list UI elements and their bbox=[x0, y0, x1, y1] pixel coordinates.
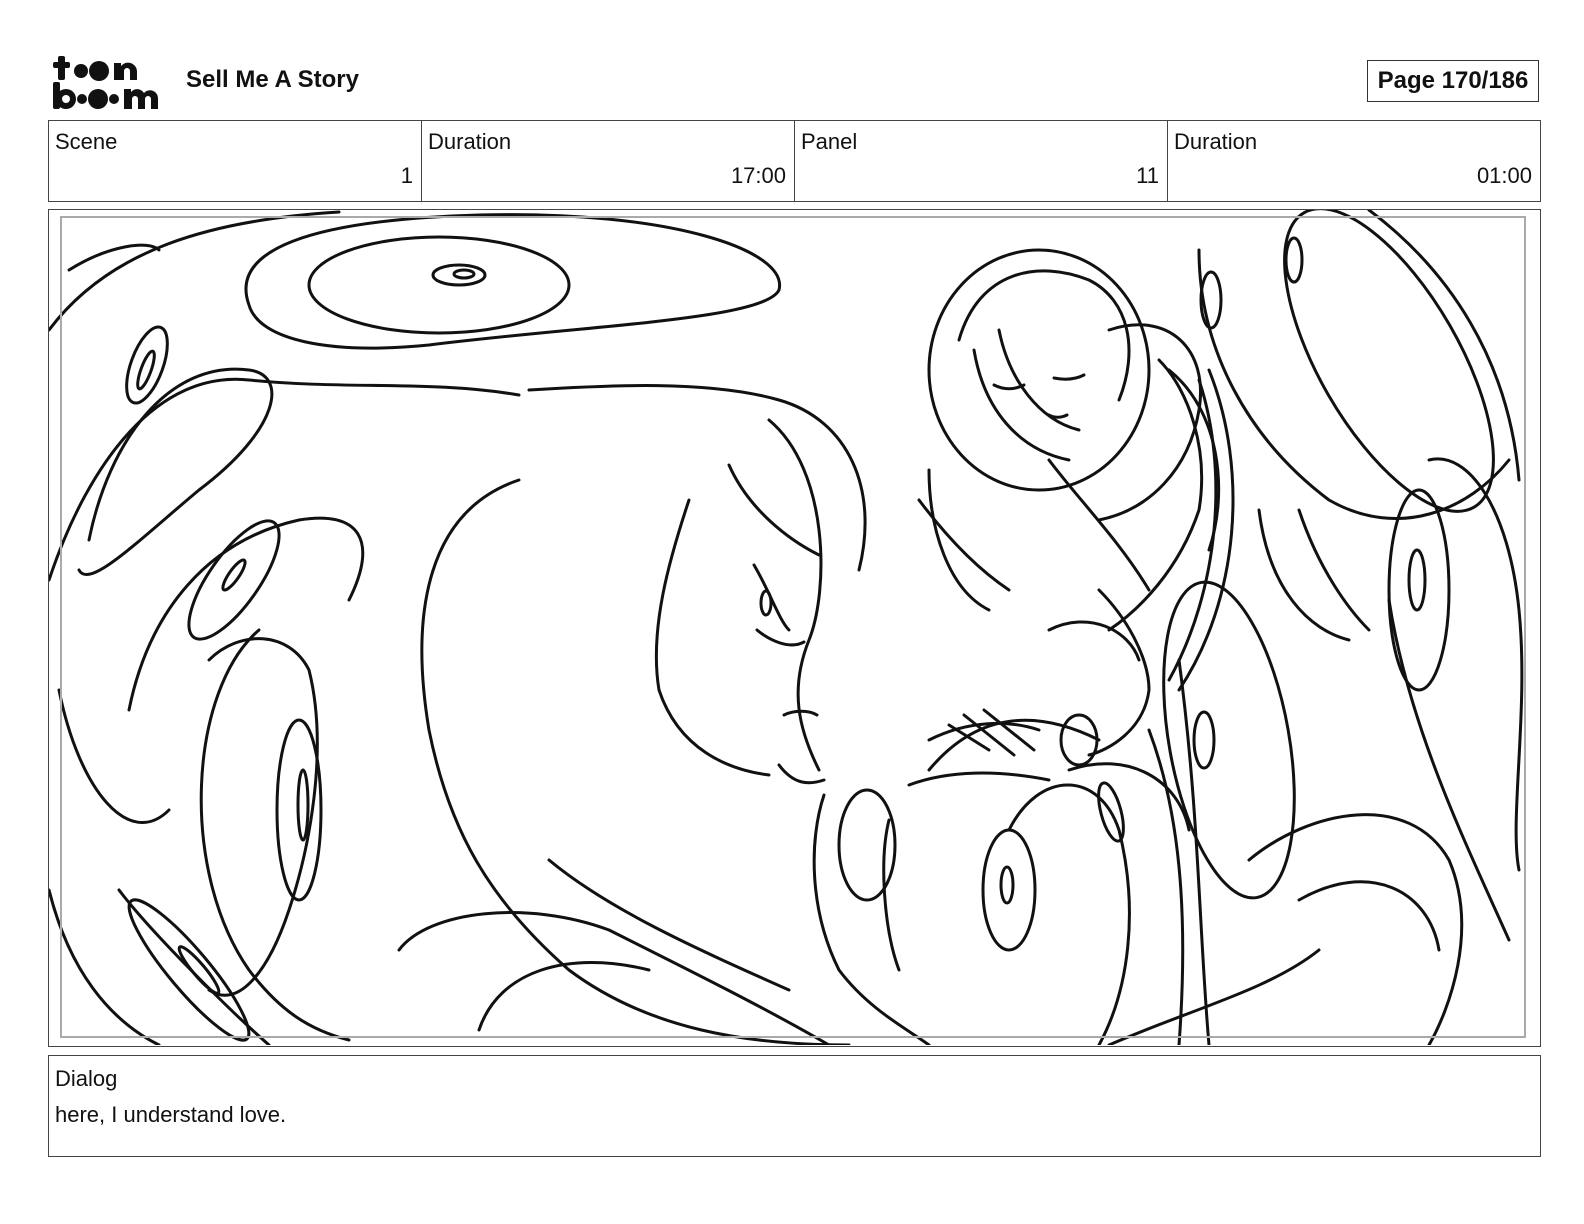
panel-value: 11 bbox=[1136, 163, 1159, 188]
toon-boom-logo bbox=[53, 56, 158, 109]
panel-label: Panel bbox=[801, 129, 858, 154]
scene-label: Scene bbox=[55, 129, 118, 154]
dialog-text: here, I understand love. bbox=[55, 1102, 287, 1127]
scene-cell: Scene 1 bbox=[49, 121, 422, 201]
scene-info-table: Scene 1 Duration 17:00 Panel 11 Duration… bbox=[48, 120, 1541, 202]
storyboard-sketch-image bbox=[49, 210, 1524, 1045]
scene-duration-label: Duration bbox=[428, 129, 512, 154]
panel-duration-value: 01:00 bbox=[1476, 163, 1532, 188]
scene-value: 1 bbox=[400, 163, 413, 188]
page-number: Page 170/186 bbox=[1367, 60, 1539, 102]
scene-duration-cell: Duration 17:00 bbox=[422, 121, 795, 201]
panel-duration-cell: Duration 01:00 bbox=[1168, 121, 1540, 201]
storyboard-panel bbox=[48, 209, 1541, 1047]
dialog-label: Dialog bbox=[55, 1066, 118, 1091]
project-title: Sell Me A Story bbox=[186, 66, 359, 93]
panel-cell: Panel 11 bbox=[795, 121, 1168, 201]
scene-duration-value: 17:00 bbox=[730, 163, 786, 188]
dialog-box: Dialog here, I understand love. bbox=[48, 1055, 1541, 1157]
panel-duration-label: Duration bbox=[1174, 129, 1258, 154]
